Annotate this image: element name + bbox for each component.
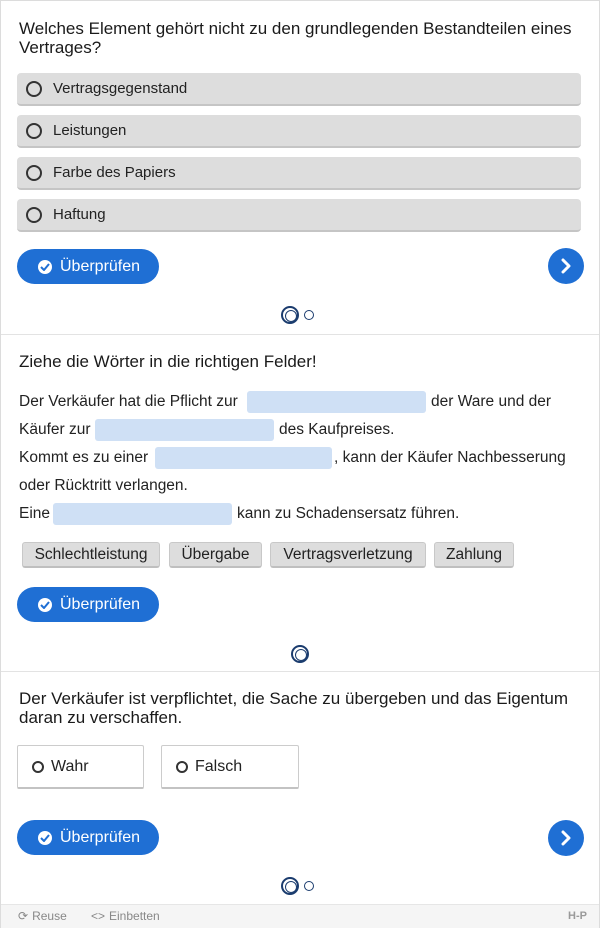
sentence-text: oder Rücktritt verlangen.: [19, 477, 188, 494]
answer-option[interactable]: Vertragsgegenstand: [17, 73, 581, 106]
next-button[interactable]: [548, 248, 584, 284]
drop-zone[interactable]: [155, 447, 332, 469]
radio-icon: [26, 122, 42, 139]
true-false-panel: Der Verkäufer ist verpflichtet, die Sach…: [1, 671, 599, 904]
drop-zone[interactable]: [53, 503, 232, 525]
question-text: Ziehe die Wörter in die richtigen Felder…: [19, 352, 317, 371]
answer-option-label: Farbe des Papiers: [53, 164, 176, 181]
multiple-choice-panel: Welches Element gehört nicht zu den grun…: [1, 1, 599, 333]
drop-zone[interactable]: [247, 391, 426, 413]
sentence-text: Der Verkäufer hat die Pflicht zur: [19, 393, 238, 410]
check-button[interactable]: Überprüfen: [17, 249, 159, 284]
check-button-label: Überprüfen: [60, 828, 141, 846]
drop-zone[interactable]: [95, 419, 274, 441]
h5p-logo[interactable]: H-P: [568, 910, 587, 922]
refresh-icon: ⟳: [18, 909, 29, 923]
drag-words-panel: Ziehe die Wörter in die richtigen Felder…: [1, 334, 599, 671]
question-text: Der Verkäufer ist verpflichtet, die Sach…: [19, 689, 569, 727]
answer-option-label: Haftung: [53, 206, 106, 223]
embed-label: Einbetten: [109, 909, 160, 923]
radio-icon: [26, 164, 42, 181]
true-option-label: Wahr: [51, 757, 89, 775]
code-icon: <>: [91, 909, 106, 923]
answer-option[interactable]: Haftung: [17, 199, 581, 232]
reuse-label: Reuse: [32, 909, 67, 923]
check-button-label: Überprüfen: [60, 595, 141, 613]
page-dot[interactable]: [304, 881, 314, 891]
sentence-text: Kommt es zu einer: [19, 449, 149, 466]
footer-bar: ⟳ Reuse <> Einbetten H-P: [1, 904, 599, 928]
check-circle-icon: [38, 597, 52, 612]
answer-option[interactable]: Leistungen: [17, 115, 581, 148]
sentence-text: , kann der Käufer Nachbesserung: [334, 449, 566, 466]
answer-option-label: Leistungen: [53, 122, 127, 139]
check-circle-icon: [38, 259, 52, 274]
check-button-label: Überprüfen: [60, 257, 141, 275]
page-dot-active[interactable]: [281, 877, 299, 895]
answer-option[interactable]: Farbe des Papiers: [17, 157, 581, 190]
sentence-text: der Ware und der: [431, 393, 552, 410]
radio-icon: [32, 760, 44, 773]
false-option[interactable]: Falsch: [161, 745, 299, 789]
chevron-right-icon: [561, 258, 571, 274]
false-option-label: Falsch: [195, 757, 243, 775]
check-circle-icon: [38, 830, 52, 845]
page-dot-active[interactable]: [281, 306, 299, 324]
reuse-link[interactable]: ⟳ Reuse: [18, 909, 67, 923]
radio-icon: [26, 80, 42, 97]
embed-link[interactable]: <> Einbetten: [91, 909, 160, 923]
draggable-word[interactable]: Schlechtleistung: [22, 542, 160, 568]
draggable-word[interactable]: Zahlung: [434, 542, 514, 568]
sentence-text: Eine: [19, 505, 51, 522]
next-button[interactable]: [548, 820, 584, 856]
page-dot[interactable]: [304, 310, 314, 320]
draggable-word[interactable]: Vertragsverletzung: [270, 542, 426, 568]
chevron-right-icon: [561, 830, 571, 846]
radio-icon: [176, 760, 188, 773]
sentence-text: kann zu Schadensersatz führen.: [237, 505, 460, 522]
radio-icon: [26, 206, 42, 223]
question-text: Welches Element gehört nicht zu den grun…: [19, 19, 572, 57]
check-button[interactable]: Überprüfen: [17, 820, 159, 855]
sentence-text: Käufer zur: [19, 421, 91, 438]
true-option[interactable]: Wahr: [17, 745, 144, 789]
sentence-text: des Kaufpreises.: [279, 421, 395, 438]
answer-option-label: Vertragsgegenstand: [53, 80, 188, 97]
page-dot-active[interactable]: [291, 645, 309, 663]
check-button[interactable]: Überprüfen: [17, 587, 159, 622]
draggable-word[interactable]: Übergabe: [169, 542, 262, 568]
